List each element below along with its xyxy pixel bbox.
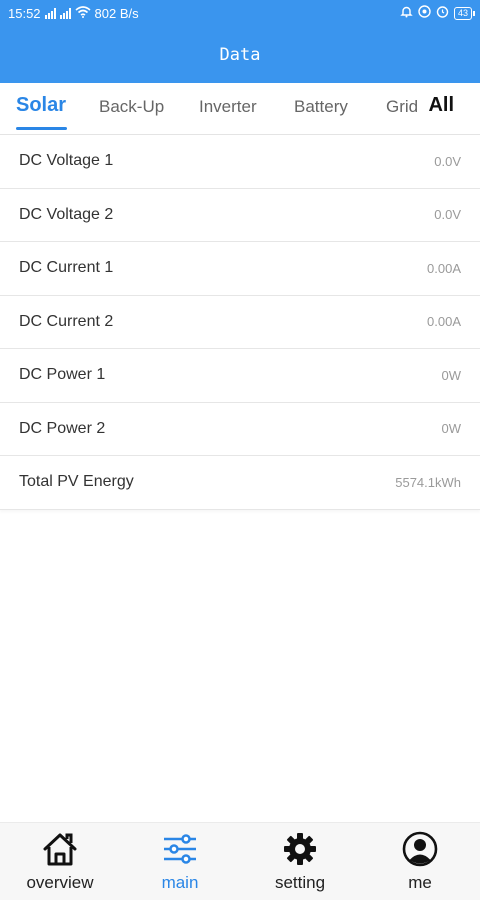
tab-grid[interactable]: Grid <box>386 97 418 117</box>
list-item: Total PV Energy 5574.1kWh <box>0 456 480 510</box>
row-label: DC Power 1 <box>19 366 106 384</box>
bottom-nav: overview main setting me <box>0 822 480 900</box>
nav-label: overview <box>26 873 94 892</box>
row-label: DC Current 2 <box>19 312 114 330</box>
nav-overview[interactable]: overview <box>0 823 120 900</box>
nav-me[interactable]: me <box>360 823 480 900</box>
tab-bar: Solar Back-Up Inverter Battery Grid All <box>0 83 480 135</box>
row-value: 0W <box>441 421 462 437</box>
status-bar: 15:52 802 B/s 43 <box>0 0 480 26</box>
wifi-icon <box>75 5 91 21</box>
list-item: DC Power 1 0W <box>0 349 480 403</box>
sliders-icon <box>160 829 200 869</box>
list-item: DC Current 2 0.00A <box>0 296 480 349</box>
nav-label: setting <box>274 873 326 892</box>
list-item: DC Power 2 0W <box>0 403 480 456</box>
network-speed: 802 B/s <box>94 5 139 21</box>
tab-all[interactable]: All <box>428 94 454 117</box>
row-value: 0W <box>441 367 462 383</box>
nav-main[interactable]: main <box>120 823 240 900</box>
nav-setting[interactable]: setting <box>240 823 360 900</box>
row-label: Total PV Energy <box>19 473 134 491</box>
row-label: DC Voltage 1 <box>19 152 114 170</box>
page-title: Data <box>219 44 261 65</box>
list-item: DC Voltage 2 0.0V <box>0 189 480 242</box>
row-value: 0.0V <box>434 153 461 169</box>
nav-label: main <box>161 873 199 892</box>
signal-icon <box>44 7 56 19</box>
tab-battery[interactable]: Battery <box>294 97 348 117</box>
notification-icon <box>418 5 431 21</box>
gear-icon <box>280 829 320 869</box>
battery-icon: 43 <box>453 6 476 20</box>
status-time: 15:52 <box>8 5 41 21</box>
tab-inverter[interactable]: Inverter <box>199 97 257 117</box>
list-item: DC Current 1 0.00A <box>0 242 480 296</box>
signal-icon-2 <box>59 7 71 19</box>
row-value: 5574.1kWh <box>395 474 461 490</box>
battery-level: 43 <box>457 7 468 18</box>
data-list: DC Voltage 1 0.0V DC Voltage 2 0.0V DC C… <box>0 135 480 510</box>
app-bar: Data <box>0 26 480 83</box>
row-label: DC Current 1 <box>19 259 114 277</box>
bell-icon <box>400 5 413 21</box>
tab-solar[interactable]: Solar <box>16 94 66 117</box>
active-tab-indicator <box>16 127 67 130</box>
row-value: 0.0V <box>434 207 461 223</box>
home-icon <box>40 829 80 869</box>
row-label: DC Power 2 <box>19 419 106 437</box>
row-label: DC Voltage 2 <box>19 205 114 223</box>
tab-back-up[interactable]: Back-Up <box>99 97 164 117</box>
user-icon <box>400 829 440 869</box>
row-value: 0.00A <box>427 314 461 330</box>
alarm-icon <box>436 5 449 21</box>
row-value: 0.00A <box>427 260 461 276</box>
nav-label: me <box>408 873 432 892</box>
list-item: DC Voltage 1 0.0V <box>0 135 480 189</box>
